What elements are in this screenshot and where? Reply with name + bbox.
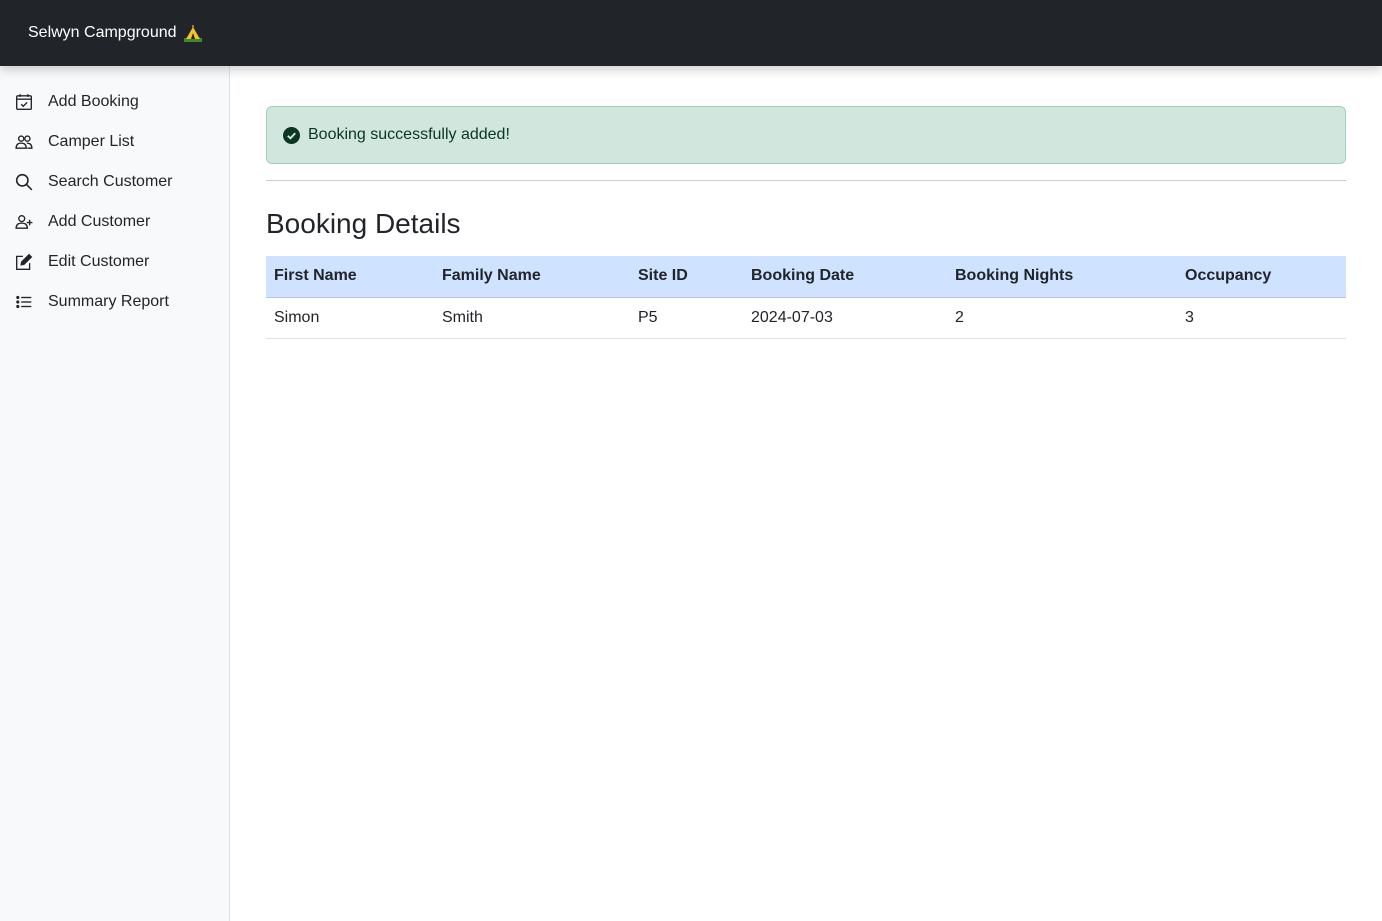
column-header: First Name	[266, 256, 434, 298]
divider	[266, 180, 1346, 181]
list-icon	[15, 293, 33, 311]
top-navbar: Selwyn Campground	[0, 0, 1382, 66]
table-cell: P5	[630, 297, 743, 339]
table-cell: 2	[947, 297, 1177, 339]
camping-tent-icon	[183, 24, 202, 42]
sidebar-item-camper-list[interactable]: Camper List	[0, 122, 229, 162]
check-circle-icon	[283, 126, 300, 144]
calendar-check-icon	[15, 93, 33, 111]
sidebar-item-label: Add Booking	[48, 93, 139, 110]
column-header: Site ID	[630, 256, 743, 298]
sidebar-item-summary-report[interactable]: Summary Report	[0, 282, 229, 322]
table-cell: 2024-07-03	[743, 297, 947, 339]
column-header: Occupancy	[1177, 256, 1346, 298]
sidebar: Add Booking Camper List Search Customer	[0, 66, 230, 921]
column-header: Booking Date	[743, 256, 947, 298]
sidebar-item-label: Search Customer	[48, 173, 173, 190]
sidebar-item-add-customer[interactable]: Add Customer	[0, 202, 229, 242]
alert-message: Booking successfully added!	[308, 126, 510, 143]
table-cell: Smith	[434, 297, 630, 339]
sidebar-item-label: Add Customer	[48, 213, 151, 230]
sidebar-item-edit-customer[interactable]: Edit Customer	[0, 242, 229, 282]
table-cell: 3	[1177, 297, 1346, 339]
main-content: Booking successfully added! Booking Deta…	[266, 66, 1346, 339]
sidebar-item-label: Summary Report	[48, 293, 169, 310]
sidebar-item-label: Edit Customer	[48, 253, 150, 270]
sidebar-item-label: Camper List	[48, 133, 135, 150]
people-icon	[15, 133, 33, 151]
table-header-row: First Name Family Name Site ID Booking D…	[266, 256, 1346, 298]
column-header: Family Name	[434, 256, 630, 298]
table-cell: Simon	[266, 297, 434, 339]
pencil-square-icon	[15, 253, 33, 271]
brand-name: Selwyn Campground	[28, 24, 177, 41]
table-row: Simon Smith P5 2024-07-03 2 3	[266, 297, 1346, 339]
column-header: Booking Nights	[947, 256, 1177, 298]
sidebar-item-search-customer[interactable]: Search Customer	[0, 162, 229, 202]
brand-link[interactable]: Selwyn Campground	[28, 24, 202, 42]
person-plus-icon	[15, 213, 33, 231]
page-title: Booking Details	[266, 208, 461, 239]
sidebar-item-add-booking[interactable]: Add Booking	[0, 82, 229, 122]
booking-details-table: First Name Family Name Site ID Booking D…	[266, 256, 1346, 339]
success-alert: Booking successfully added!	[266, 106, 1346, 164]
search-icon	[15, 173, 33, 191]
